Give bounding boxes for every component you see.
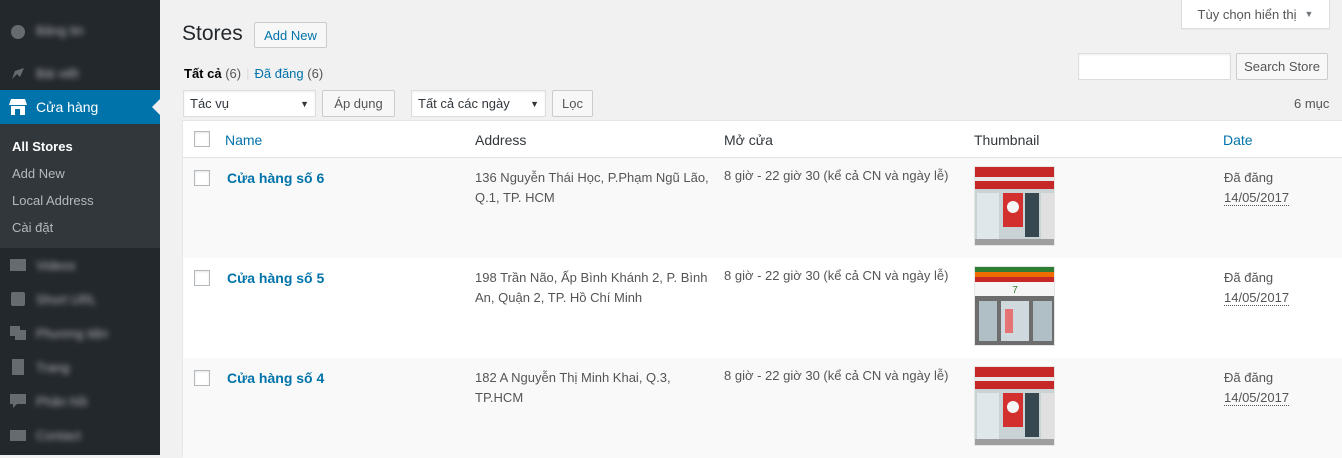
publish-status: Đã đăng 14/05/2017 bbox=[1224, 170, 1290, 206]
date-filter-value: Tất cả các ngày bbox=[418, 96, 510, 111]
filter-all-link[interactable]: Tất cả (6) bbox=[184, 66, 241, 81]
publish-date: 14/05/2017 bbox=[1224, 290, 1290, 306]
store-thumbnail bbox=[974, 166, 1055, 246]
sidebar-item-label: Contact bbox=[36, 427, 81, 443]
publish-date: 14/05/2017 bbox=[1224, 190, 1290, 206]
store-hours: 8 giờ - 22 giờ 30 (kể cả CN và ngày lễ) bbox=[724, 368, 949, 383]
caret-down-icon: ▼ bbox=[1304, 9, 1314, 19]
sidebar-item-contact[interactable]: Contact bbox=[0, 418, 160, 452]
mail-icon bbox=[8, 425, 28, 445]
submenu-settings[interactable]: Cài đặt bbox=[0, 214, 160, 241]
dropdown-arrow-icon: ▼ bbox=[530, 99, 539, 109]
filter-all-count: (6) bbox=[225, 66, 242, 81]
submenu-add-new[interactable]: Add New bbox=[0, 160, 160, 187]
bulk-action-value: Tác vụ bbox=[190, 96, 230, 111]
media-icon bbox=[8, 323, 28, 343]
table-row: Cửa hàng số 4 182 A Nguyễn Thị Minh Khai… bbox=[183, 358, 1342, 458]
sidebar-item-label: Cửa hàng bbox=[36, 99, 99, 115]
screen-options-label: Tùy chọn hiển thị bbox=[1197, 6, 1297, 22]
link-icon bbox=[8, 289, 28, 309]
store-thumbnail bbox=[974, 366, 1055, 446]
row-checkbox[interactable] bbox=[194, 170, 210, 186]
svg-text:7: 7 bbox=[1012, 285, 1018, 296]
store-icon bbox=[8, 97, 28, 117]
comment-icon bbox=[8, 391, 28, 411]
sidebar-item-videos[interactable]: Videos bbox=[0, 248, 160, 282]
screen-options-button[interactable]: Tùy chọn hiển thị ▼ bbox=[1181, 0, 1330, 29]
store-name-link[interactable]: Cửa hàng số 5 bbox=[227, 270, 324, 286]
dashboard-icon bbox=[8, 20, 28, 40]
table-row: Cửa hàng số 6 136 Nguyễn Thái Học, P.Phạ… bbox=[183, 158, 1342, 258]
sidebar-item-label: Short URL bbox=[36, 291, 97, 307]
search-input[interactable] bbox=[1078, 53, 1231, 80]
sidebar-item-comments[interactable]: Phản hồi bbox=[0, 384, 160, 418]
filter-published-count: (6) bbox=[307, 66, 324, 81]
sidebar-item-label: Videos bbox=[36, 257, 76, 273]
store-thumbnail: 7 bbox=[974, 266, 1055, 346]
page-title: Stores bbox=[182, 22, 243, 45]
store-hours: 8 giờ - 22 giờ 30 (kể cả CN và ngày lễ) bbox=[724, 268, 949, 283]
row-checkbox[interactable] bbox=[194, 270, 210, 286]
items-count: 6 mục bbox=[1294, 96, 1330, 111]
submenu-all-stores[interactable]: All Stores bbox=[0, 133, 160, 160]
bulk-action-select[interactable]: Tác vụ ▼ bbox=[183, 90, 316, 117]
apply-button[interactable]: Áp dụng bbox=[322, 90, 395, 117]
sidebar-item-label: Phản hồi bbox=[36, 393, 88, 409]
store-address: 198 Trần Não, Ấp Bình Khánh 2, P. Bình A… bbox=[475, 270, 708, 305]
stores-submenu: All Stores Add New Local Address Cài đặt bbox=[0, 124, 160, 248]
sidebar-item-posts[interactable]: Bài viết bbox=[0, 56, 160, 90]
sidebar-item-label: Bài viết bbox=[36, 65, 79, 81]
dropdown-arrow-icon: ▼ bbox=[300, 99, 309, 109]
search-store-button[interactable]: Search Store bbox=[1236, 53, 1328, 80]
store-name-link[interactable]: Cửa hàng số 4 bbox=[227, 370, 324, 386]
store-address: 136 Nguyễn Thái Học, P.Phạm Ngũ Lão, Q.1… bbox=[475, 170, 709, 205]
sidebar-item-short-url[interactable]: Short URL bbox=[0, 282, 160, 316]
publish-date: 14/05/2017 bbox=[1224, 390, 1290, 406]
video-icon bbox=[8, 255, 28, 275]
column-header-thumbnail: Thumbnail bbox=[974, 132, 1040, 148]
filter-button[interactable]: Lọc bbox=[552, 90, 593, 117]
table-row: Cửa hàng số 5 198 Trần Não, Ấp Bình Khán… bbox=[183, 258, 1342, 358]
sidebar-item-label: Bảng tin bbox=[36, 22, 84, 38]
admin-sidebar: Bảng tin Bài viết Cửa hàng All Stores Ad… bbox=[0, 0, 160, 455]
table-header: Name Address Mở cửa Thumbnail Date bbox=[183, 121, 1342, 158]
filter-published-link[interactable]: Đã đăng (6) bbox=[254, 66, 323, 81]
column-header-address: Address bbox=[475, 132, 527, 148]
store-hours: 8 giờ - 22 giờ 30 (kể cả CN và ngày lễ) bbox=[724, 168, 949, 183]
column-header-hours: Mở cửa bbox=[724, 132, 773, 148]
row-checkbox[interactable] bbox=[194, 370, 210, 386]
sidebar-item-media[interactable]: Phương tiện bbox=[0, 316, 160, 350]
date-filter-select[interactable]: Tất cả các ngày ▼ bbox=[411, 90, 546, 117]
stores-table: Name Address Mở cửa Thumbnail Date Cửa h… bbox=[182, 120, 1342, 458]
page-icon bbox=[8, 357, 28, 377]
pin-icon bbox=[8, 63, 28, 83]
store-name-link[interactable]: Cửa hàng số 6 bbox=[227, 170, 324, 186]
column-header-date[interactable]: Date bbox=[1223, 132, 1253, 148]
sidebar-item-label: Trang bbox=[36, 359, 70, 375]
sidebar-item-label: Phương tiện bbox=[36, 325, 109, 341]
publish-status: Đã đăng 14/05/2017 bbox=[1224, 370, 1290, 406]
sidebar-item-dashboard[interactable]: Bảng tin bbox=[0, 13, 160, 47]
submenu-local-address[interactable]: Local Address bbox=[0, 187, 160, 214]
store-address: 182 A Nguyễn Thị Minh Khai, Q.3, TP.HCM bbox=[475, 370, 671, 405]
add-new-button[interactable]: Add New bbox=[254, 22, 327, 48]
column-header-name[interactable]: Name bbox=[225, 132, 262, 148]
select-all-checkbox[interactable] bbox=[194, 131, 210, 147]
publish-status: Đã đăng 14/05/2017 bbox=[1224, 270, 1290, 306]
sidebar-item-stores[interactable]: Cửa hàng bbox=[0, 90, 160, 124]
sidebar-item-pages[interactable]: Trang bbox=[0, 350, 160, 384]
status-filter-links: Tất cả (6) | Đã đăng (6) bbox=[184, 66, 324, 81]
